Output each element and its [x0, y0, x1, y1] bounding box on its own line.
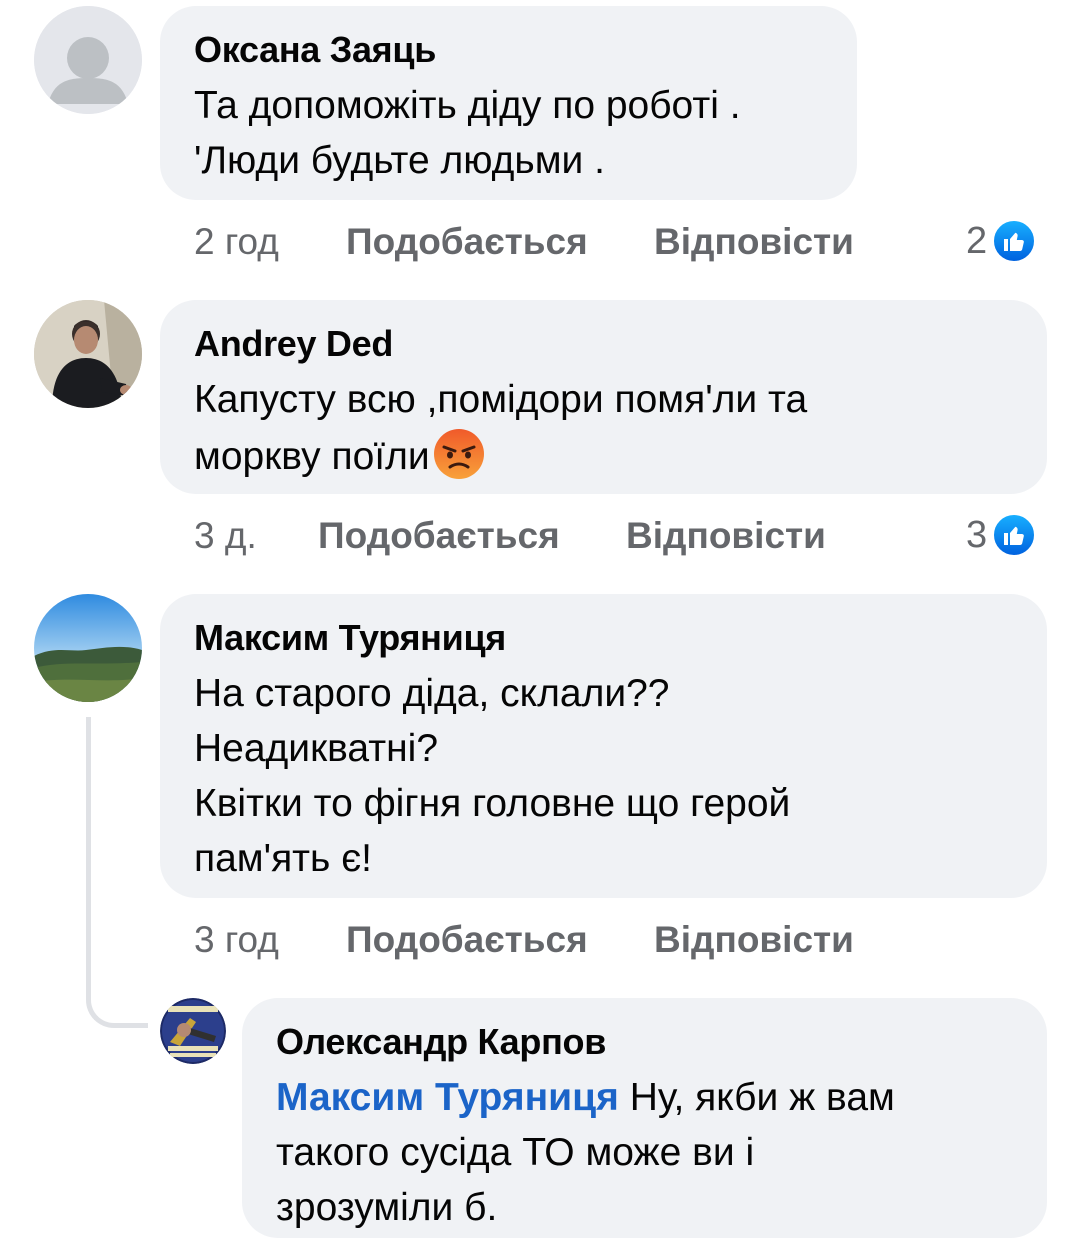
- comment-bubble[interactable]: Максим Туряниця На старого діда, склали?…: [160, 594, 1047, 898]
- like-button[interactable]: Подобається: [318, 514, 560, 558]
- reply-thread-line: [86, 717, 148, 1028]
- comment-author[interactable]: Andrey Ded: [194, 322, 1047, 366]
- comment-time[interactable]: 3 год: [194, 918, 279, 962]
- comment-actions: 2 год Подобається Відповісти: [0, 220, 1076, 264]
- person-photo: [34, 300, 142, 408]
- reply-button[interactable]: Відповісти: [626, 514, 826, 558]
- avatar[interactable]: [34, 594, 142, 702]
- reaction-count[interactable]: 3: [966, 512, 1038, 558]
- landscape-photo: [34, 594, 142, 702]
- avatar[interactable]: [34, 300, 142, 408]
- comment-author[interactable]: Олександр Карпов: [276, 1020, 1047, 1064]
- comment-text-body: Капусту всю ,помідори помя'ли та моркву …: [194, 378, 808, 478]
- mention-link[interactable]: Максим Туряниця: [276, 1076, 619, 1119]
- comment-actions: 3 год Подобається Відповісти: [0, 918, 1076, 962]
- thumbs-up-icon: [991, 218, 1038, 264]
- reply-button[interactable]: Відповісти: [654, 220, 854, 264]
- reply-bubble[interactable]: Олександр Карпов Максим Туряниця Ну, якб…: [242, 998, 1047, 1238]
- angry-face-emoji: [432, 427, 486, 481]
- comment-text: Капусту всю ,помідори помя'ли та моркву …: [194, 372, 1047, 484]
- avatar[interactable]: [34, 6, 142, 114]
- comment-bubble[interactable]: Andrey Ded Капусту всю ,помідори помя'ли…: [160, 300, 1047, 494]
- default-person-icon: [34, 6, 142, 114]
- like-count: 3: [966, 514, 988, 556]
- like-button[interactable]: Подобається: [346, 220, 588, 264]
- comment-actions: 3 д. Подобається Відповісти: [0, 514, 1076, 558]
- comment-text: Та допоможіть діду по роботі . 'Люди буд…: [194, 84, 741, 182]
- avatar[interactable]: [160, 998, 226, 1064]
- like-button[interactable]: Подобається: [346, 918, 588, 962]
- comment-time[interactable]: 2 год: [194, 220, 279, 264]
- comment-bubble[interactable]: Оксана Заяць Та допоможіть діду по робот…: [160, 6, 857, 200]
- comment-text: Максим Туряниця Ну, якби ж вам такого су…: [276, 1070, 1047, 1235]
- comment-author[interactable]: Оксана Заяць: [194, 28, 857, 72]
- comment-author[interactable]: Максим Туряниця: [194, 616, 1047, 660]
- reaction-count[interactable]: 2: [966, 218, 1038, 264]
- comment-time[interactable]: 3 д.: [194, 514, 257, 558]
- like-count: 2: [966, 220, 988, 262]
- badge-photo: [160, 998, 226, 1064]
- thumbs-up-icon: [991, 512, 1038, 558]
- reply-button[interactable]: Відповісти: [654, 918, 854, 962]
- comment-text: На старого діда, склали?? Неадикватні? К…: [194, 672, 791, 880]
